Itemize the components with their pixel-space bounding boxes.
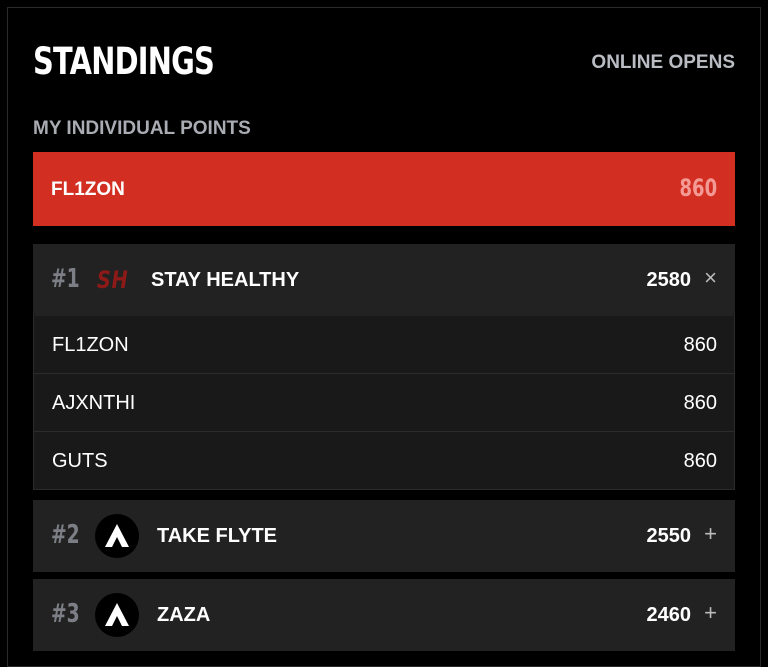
team-logo: SH bbox=[97, 266, 129, 294]
team-row-3[interactable]: #3 ZAZA 2460 + bbox=[33, 579, 735, 651]
expand-icon[interactable]: + bbox=[704, 522, 717, 546]
team-rank: #3 bbox=[51, 599, 80, 629]
member-points: 860 bbox=[683, 450, 717, 472]
event-label: ONLINE OPENS bbox=[591, 52, 735, 73]
member-name: AJXNTHI bbox=[52, 392, 136, 414]
team-name: ZAZA bbox=[157, 604, 211, 626]
team-name: TAKE FLYTE bbox=[157, 525, 278, 547]
member-row: AJXNTHI 860 bbox=[34, 374, 734, 432]
page-title: STANDINGS bbox=[33, 40, 215, 83]
member-row: GUTS 860 bbox=[34, 432, 734, 490]
team-name: STAY HEALTHY bbox=[151, 269, 300, 291]
expand-icon[interactable]: + bbox=[704, 601, 717, 625]
my-player-points: 860 bbox=[679, 174, 717, 202]
team-members-list: FL1ZON 860 AJXNTHI 860 GUTS 860 bbox=[33, 316, 735, 490]
team-points: 2460 bbox=[646, 604, 692, 626]
team-points: 2550 bbox=[646, 525, 692, 547]
team-points: 2580 bbox=[646, 269, 692, 291]
collapse-icon[interactable]: × bbox=[704, 266, 717, 290]
member-name: FL1ZON bbox=[52, 334, 129, 356]
team-row-1[interactable]: #1 SH STAY HEALTHY 2580 × bbox=[33, 244, 735, 316]
apex-logo-icon bbox=[95, 514, 139, 558]
member-row: FL1ZON 860 bbox=[34, 316, 734, 374]
my-player-name: FL1ZON bbox=[51, 179, 125, 200]
apex-logo-icon bbox=[95, 593, 139, 637]
team-rank: #2 bbox=[51, 520, 80, 550]
team-rank: #1 bbox=[51, 264, 80, 294]
individual-points-heading: MY INDIVIDUAL POINTS bbox=[33, 118, 251, 139]
team-row-2[interactable]: #2 TAKE FLYTE 2550 + bbox=[33, 500, 735, 572]
my-points-bar: FL1ZON 860 bbox=[33, 152, 735, 226]
member-points: 860 bbox=[683, 392, 717, 414]
member-points: 860 bbox=[683, 334, 717, 356]
member-name: GUTS bbox=[52, 450, 108, 472]
